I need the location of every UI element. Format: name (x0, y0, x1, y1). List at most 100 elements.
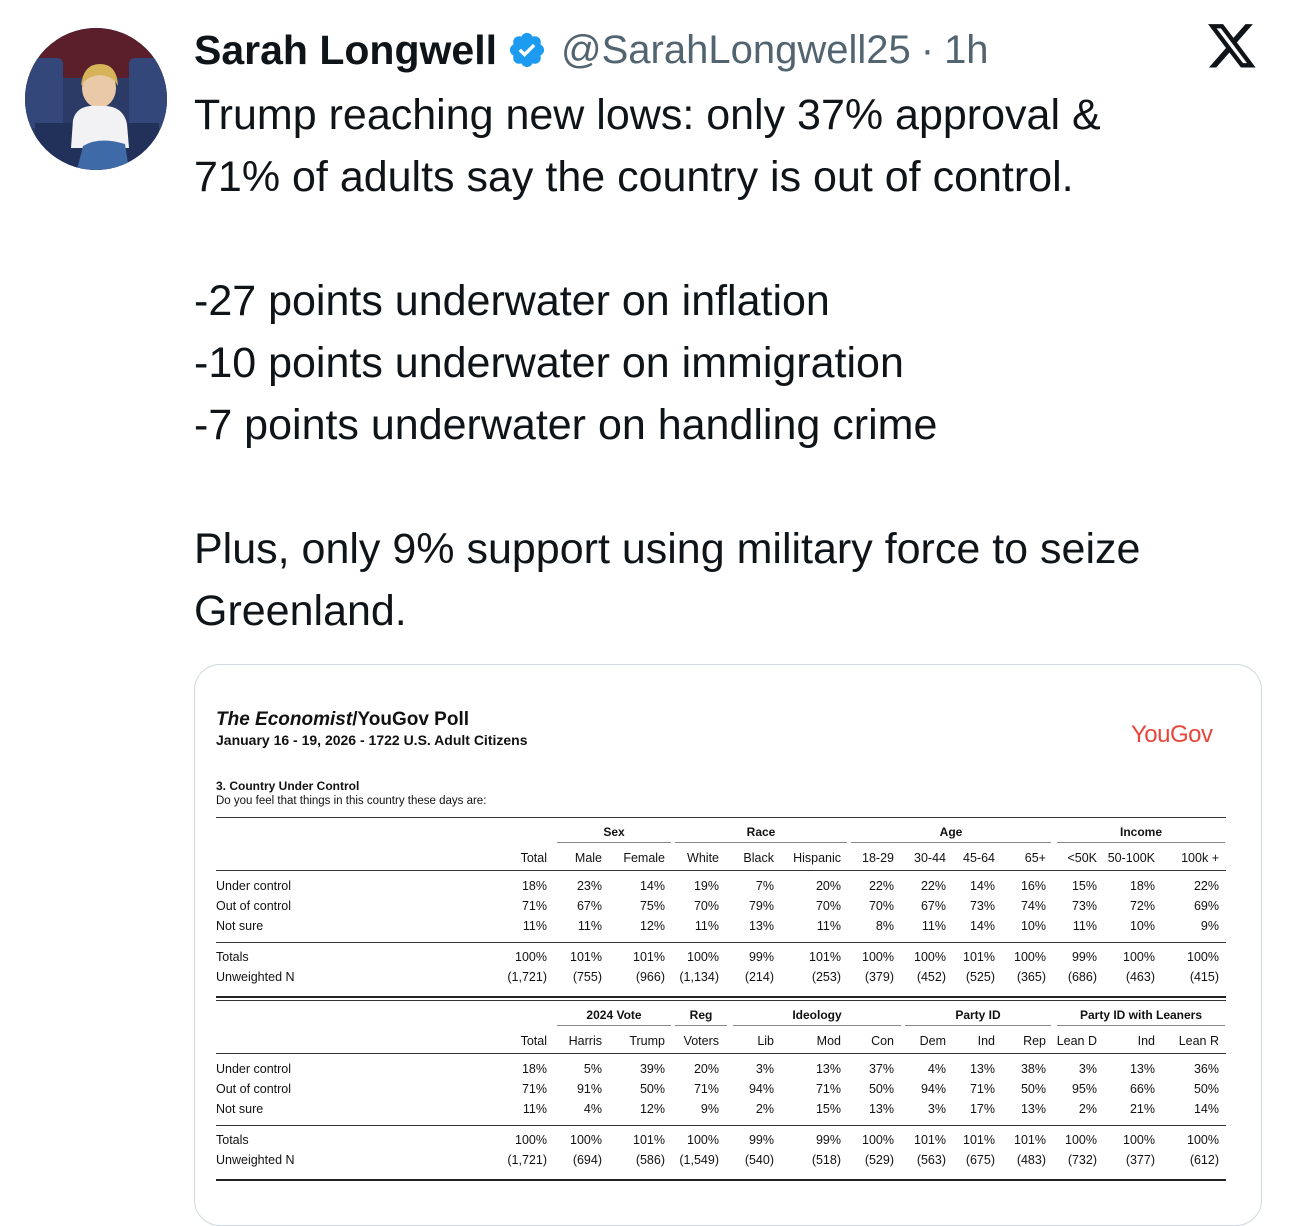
row-label: Unweighted N (216, 970, 295, 984)
column-header: Total (520, 851, 547, 865)
table-cell: 50% (639, 1082, 665, 1096)
table-cell: 16% (1020, 879, 1046, 893)
column-header: Lib (757, 1034, 774, 1048)
table-cell: (253) (811, 970, 841, 984)
poll-title: The Economist/YouGov Poll (216, 709, 469, 731)
table-cell: 50% (868, 1082, 894, 1096)
divider (216, 817, 1226, 818)
column-header: 18-29 (862, 851, 894, 865)
column-header: Ind (1137, 1034, 1155, 1048)
attached-image[interactable]: The Economist/YouGov Poll January 16 - 1… (194, 664, 1262, 1226)
group-underline (557, 842, 671, 843)
table-cell: 73% (1071, 899, 1097, 913)
poll-document: The Economist/YouGov Poll January 16 - 1… (195, 665, 1261, 1225)
table-cell: 10% (1129, 919, 1155, 933)
author-avatar[interactable] (25, 28, 167, 170)
table-cell: 14% (969, 919, 995, 933)
table-cell: 14% (639, 879, 665, 893)
table-cell: 15% (815, 1102, 841, 1116)
group-header: Party ID with Leaners (1079, 1008, 1203, 1022)
column-header: Hispanic (793, 851, 841, 865)
table-cell: (966) (635, 970, 665, 984)
table-cell: 22% (868, 879, 894, 893)
table-cell: 74% (1020, 899, 1046, 913)
column-header: 30-44 (914, 851, 946, 865)
table-cell: (755) (572, 970, 602, 984)
table-cell: 67% (920, 899, 946, 913)
table-cell: 95% (1071, 1082, 1097, 1096)
tweet-timestamp[interactable]: 1h (944, 28, 989, 73)
table-cell: 11% (522, 1102, 547, 1116)
group-header: Reg (689, 1008, 713, 1022)
table-cell: (365) (1016, 970, 1046, 984)
table-cell: 100% (914, 950, 946, 964)
group-header: Income (1119, 825, 1162, 839)
table-cell: 11% (577, 919, 602, 933)
table-cell: 50% (1020, 1082, 1046, 1096)
table-cell: 100% (515, 950, 547, 964)
table-cell: 14% (969, 879, 995, 893)
author-name[interactable]: Sarah Longwell (194, 27, 497, 74)
tweet-line: -7 points underwater on handling crime (194, 401, 938, 449)
table-rule (216, 1053, 1226, 1054)
table-cell: (1,721) (507, 1153, 547, 1167)
table-cell: 50% (1193, 1082, 1219, 1096)
group-header: Sex (603, 825, 625, 839)
table-cell: 99% (748, 950, 774, 964)
table-cell: 100% (1187, 950, 1219, 964)
column-header: Rep (1023, 1034, 1046, 1048)
table-cell: 100% (1187, 1133, 1219, 1147)
table-cell: 5% (583, 1062, 602, 1076)
column-header: Ind (977, 1034, 995, 1048)
table-cell: 3% (1078, 1062, 1097, 1076)
table-cell: (377) (1125, 1153, 1155, 1167)
group-underline (1057, 842, 1225, 843)
table-cell: 4% (583, 1102, 602, 1116)
table-cell: (483) (1016, 1153, 1046, 1167)
table-cell: 69% (1193, 899, 1219, 913)
row-label: Out of control (216, 899, 292, 913)
table-cell: (415) (1189, 970, 1219, 984)
column-header: 50-100K (1107, 851, 1155, 865)
table-cell: 100% (687, 950, 719, 964)
table-cell: (379) (864, 970, 894, 984)
table-cell: 21% (1129, 1102, 1155, 1116)
row-label: Unweighted N (216, 1153, 295, 1167)
author-handle[interactable]: @SarahLongwell25 (561, 28, 911, 73)
table-cell: 10% (1020, 919, 1046, 933)
separator-dot: · (920, 27, 935, 72)
table-cell: 101% (633, 1133, 665, 1147)
avatar-photo (25, 28, 167, 170)
table-cell: 23% (576, 879, 602, 893)
table-cell: 66% (1129, 1082, 1155, 1096)
tweet-line: Greenland. (194, 587, 407, 635)
column-header: Lean D (1056, 1034, 1097, 1048)
table-cell: 36% (1193, 1062, 1219, 1076)
table-cell: 101% (570, 950, 602, 964)
table-cell: 101% (963, 950, 995, 964)
table-cell: 13% (1129, 1062, 1155, 1076)
column-header: Male (574, 851, 602, 865)
x-logo-icon (1206, 24, 1258, 72)
group-underline (905, 1025, 1051, 1026)
table-cell: 100% (862, 1133, 894, 1147)
tweet-body: Trump reaching new lows: only 37% approv… (194, 84, 1274, 642)
table-cell: 70% (693, 899, 719, 913)
tweet-header: Sarah Longwell @SarahLongwell25 · 1h (194, 20, 989, 80)
table-cell: 15% (1071, 879, 1097, 893)
table-cell: 72% (1129, 899, 1155, 913)
group-header: Age (939, 825, 963, 839)
column-header: 100k + (1181, 851, 1219, 865)
table-cell: 2% (755, 1102, 774, 1116)
table-rule (216, 942, 1226, 943)
group-underline (557, 1025, 671, 1026)
question-text: Do you feel that things in this country … (216, 795, 487, 807)
table-cell: 8% (875, 919, 894, 933)
table-cell: (686) (1067, 970, 1097, 984)
table-cell: 37% (868, 1062, 894, 1076)
table-cell: 13% (748, 919, 774, 933)
table-cell: (1,134) (679, 970, 719, 984)
table-rule (216, 1000, 1226, 1001)
table-cell: (675) (965, 1153, 995, 1167)
table-cell: 14% (1193, 1102, 1219, 1116)
